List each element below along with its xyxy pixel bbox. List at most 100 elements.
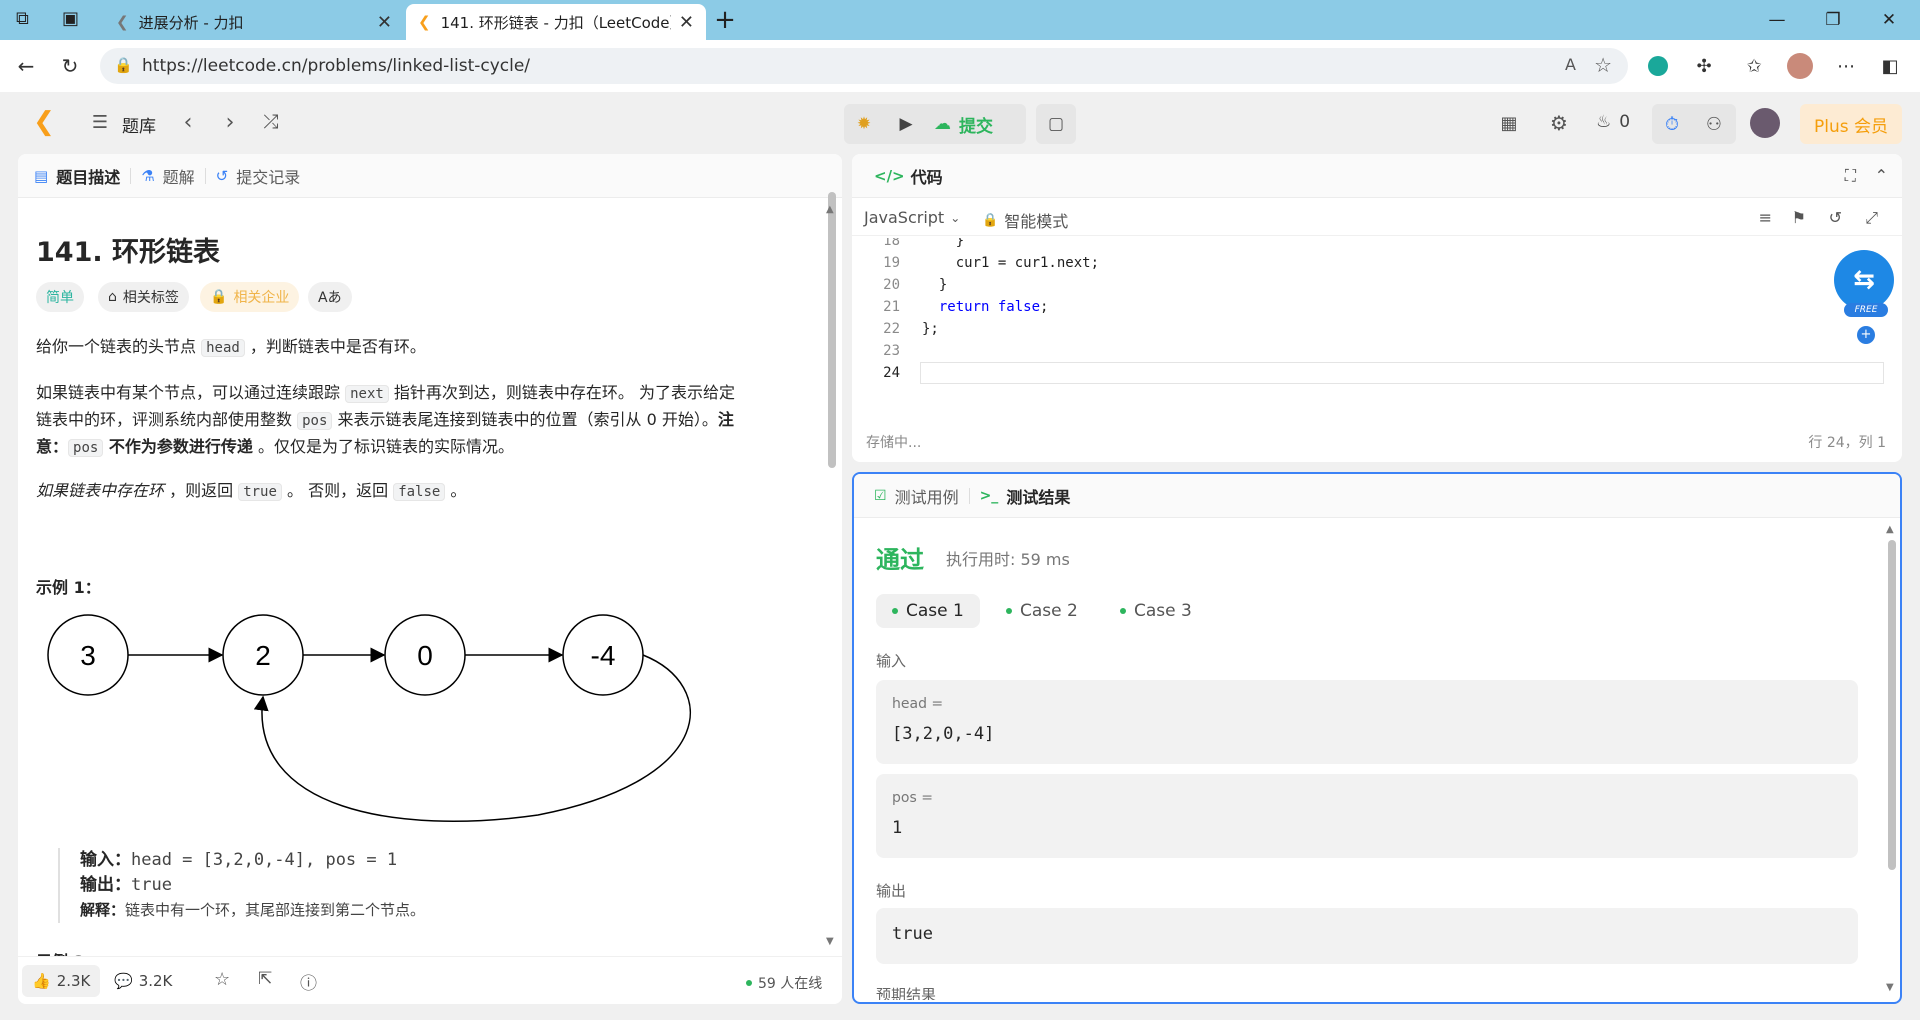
more-menu-icon[interactable]: ⋯ (1832, 52, 1860, 80)
description-panel: ▤ 题目描述 ⚗ 题解 ↺ 提交记录 141. 环形链表 简单 ⌂ 相关标签 🔒… (18, 154, 842, 1004)
case-tab-2[interactable]: Case 2 (990, 594, 1094, 628)
workspaces-icon[interactable]: ⧉ (16, 8, 42, 32)
run-icon[interactable]: ▶ (894, 112, 918, 136)
streak-counter[interactable]: ♨ 0 (1596, 112, 1630, 132)
notes-button[interactable]: ▢ (1036, 104, 1076, 144)
thumbs-up-icon: 👍 (32, 972, 51, 990)
pos-value[interactable]: 1 (892, 818, 902, 838)
head-label: head = (892, 696, 944, 712)
bookmark-icon[interactable]: ⚑ (1792, 208, 1806, 227)
tab-title: 141. 环形链表 - 力扣（LeetCode） (440, 13, 671, 32)
new-tab-button[interactable]: + (710, 5, 740, 35)
input-pos-box: pos = 1 (876, 774, 1858, 858)
sidebar-icon[interactable]: ◧ (1876, 52, 1904, 80)
profile-avatar[interactable] (1786, 52, 1814, 80)
result-scrollbar[interactable] (1888, 540, 1896, 870)
close-tab-icon[interactable]: ✕ (369, 12, 392, 33)
language-select[interactable]: JavaScript ⌄ (864, 208, 960, 227)
head-value[interactable]: [3,2,0,-4] (892, 724, 994, 744)
pass-dot-icon (1120, 608, 1126, 614)
timer-icon[interactable]: ⏱ (1660, 112, 1684, 136)
result-status: 通过 (876, 546, 924, 574)
code-panel-header: </> 代码 ⛶ ⌃ (852, 154, 1902, 198)
favorites-icon[interactable]: ✩ (1740, 52, 1768, 80)
companies-chip[interactable]: 🔒 相关企业 (200, 282, 300, 312)
close-window-button[interactable]: ✕ (1874, 6, 1904, 34)
input-head-box: head = [3,2,0,-4] (876, 680, 1858, 764)
chip-label: 相关企业 (233, 290, 290, 306)
back-icon[interactable]: ← (12, 52, 40, 80)
tab-test-result[interactable]: >_ 测试结果 (970, 484, 1081, 508)
comments-button[interactable]: 💬 3.2K (114, 965, 172, 997)
collapse-icon[interactable]: ⌃ (1875, 166, 1888, 185)
star-icon[interactable]: ☆ (214, 969, 230, 990)
like-button[interactable]: 👍 2.3K (22, 965, 101, 997)
smart-mode-toggle[interactable]: 🔒 智能模式 (982, 208, 1068, 232)
online-dot-icon (746, 980, 752, 986)
layout-icon[interactable]: ▦ (1496, 110, 1522, 136)
prev-problem-icon[interactable]: ‹ (176, 108, 200, 136)
tab-description[interactable]: ▤ 题目描述 (24, 164, 130, 188)
node-value: 0 (417, 640, 433, 671)
user-avatar[interactable] (1750, 108, 1780, 138)
submit-button[interactable]: ☁ 提交 (934, 104, 993, 144)
extensions-icon[interactable]: ✣ (1690, 52, 1718, 80)
tab-solutions[interactable]: ⚗ 题解 (131, 164, 204, 188)
difficulty-badge[interactable]: 简单 (36, 282, 84, 312)
favorite-star-icon[interactable]: ☆ (1594, 53, 1612, 77)
scroll-down-icon[interactable]: ▼ (1886, 982, 1894, 993)
minimize-button[interactable]: — (1762, 6, 1792, 34)
tag-icon: ⌂ (108, 289, 117, 305)
editor-toolbar: JavaScript ⌄ 🔒 智能模式 ≡ ⚑ ↺ ⤢ (852, 198, 1902, 236)
related-tags-chip[interactable]: ⌂ 相关标签 (98, 282, 189, 312)
problem-list-link[interactable]: 题库 (122, 112, 156, 137)
font-size-chip[interactable]: Aあ (308, 282, 352, 312)
like-count: 2.3K (56, 972, 91, 990)
lock-icon: 🔒 (210, 289, 228, 305)
description-scrollbar[interactable] (828, 192, 836, 468)
share-icon[interactable]: ⇱ (258, 969, 272, 989)
shuffle-icon[interactable]: ⤮ (258, 108, 284, 136)
plus-member-button[interactable]: Plus 会员 (1800, 104, 1902, 144)
close-tab-icon[interactable]: ✕ (671, 12, 694, 33)
debug-icon[interactable]: ✹ (852, 112, 876, 136)
tab-submissions[interactable]: ↺ 提交记录 (206, 164, 311, 188)
tab-code[interactable]: </> 代码 (864, 164, 953, 188)
address-bar[interactable]: 🔒 https://leetcode.cn/problems/linked-li… (100, 48, 1628, 84)
scroll-up-icon[interactable]: ▲ (826, 204, 834, 215)
scroll-up-icon[interactable]: ▲ (1886, 524, 1894, 535)
browser-tab-progress[interactable]: ❮ 进展分析 - 力扣 ✕ (104, 4, 404, 40)
reset-icon[interactable]: ↺ (1829, 208, 1842, 227)
description-tabs: ▤ 题目描述 ⚗ 题解 ↺ 提交记录 (18, 154, 842, 198)
read-aloud-icon[interactable]: A (1565, 55, 1576, 74)
case-tab-3[interactable]: Case 3 (1104, 594, 1208, 628)
browser-tab-linked-list-cycle[interactable]: ❮ 141. 环形链表 - 力扣（LeetCode） ✕ (406, 4, 706, 40)
vertical-tabs-icon[interactable]: ▣ (62, 8, 88, 32)
editor-status-left: 存储中... (866, 435, 922, 451)
free-badge: FREE (1844, 303, 1888, 317)
add-icon[interactable]: + (1857, 326, 1875, 344)
translate-extension-icon[interactable] (1644, 52, 1672, 80)
problem-title[interactable]: 141. 环形链表 (36, 230, 220, 269)
case-tab-1[interactable]: Case 1 (876, 594, 980, 628)
settings-icon[interactable]: ⚙ (1546, 110, 1572, 136)
restore-button[interactable]: ❐ (1818, 6, 1848, 34)
fullscreen-icon[interactable]: ⛶ (1845, 166, 1856, 186)
refresh-icon[interactable]: ↻ (56, 52, 84, 80)
invite-icon[interactable]: ⚇ (1702, 112, 1726, 136)
next-problem-icon[interactable]: › (218, 108, 242, 136)
tab-title: 进展分析 - 力扣 (138, 13, 244, 32)
example-1-diagram: 3 2 0 -4 (47, 614, 691, 822)
tab-testcase[interactable]: ☑ 测试用例 (864, 484, 969, 508)
tab-label: 题解 (162, 167, 195, 187)
code-editor[interactable]: 18 } 19 cur1 = cur1.next; 20 } 21 return… (852, 238, 1902, 418)
expand-icon[interactable]: ⤢ (1865, 208, 1878, 228)
help-icon[interactable]: ⓘ (300, 969, 317, 994)
translate-floating-button[interactable]: ⇆ (1834, 250, 1894, 310)
browser-toolbar: ← ↻ 🔒 https://leetcode.cn/problems/linke… (0, 40, 1920, 92)
output-value[interactable]: true (892, 924, 933, 944)
comment-count: 3.2K (138, 972, 173, 990)
leetcode-logo-icon[interactable]: ❮ (30, 107, 58, 137)
format-icon[interactable]: ≡ (1759, 208, 1772, 227)
scroll-down-icon[interactable]: ▼ (826, 936, 834, 947)
